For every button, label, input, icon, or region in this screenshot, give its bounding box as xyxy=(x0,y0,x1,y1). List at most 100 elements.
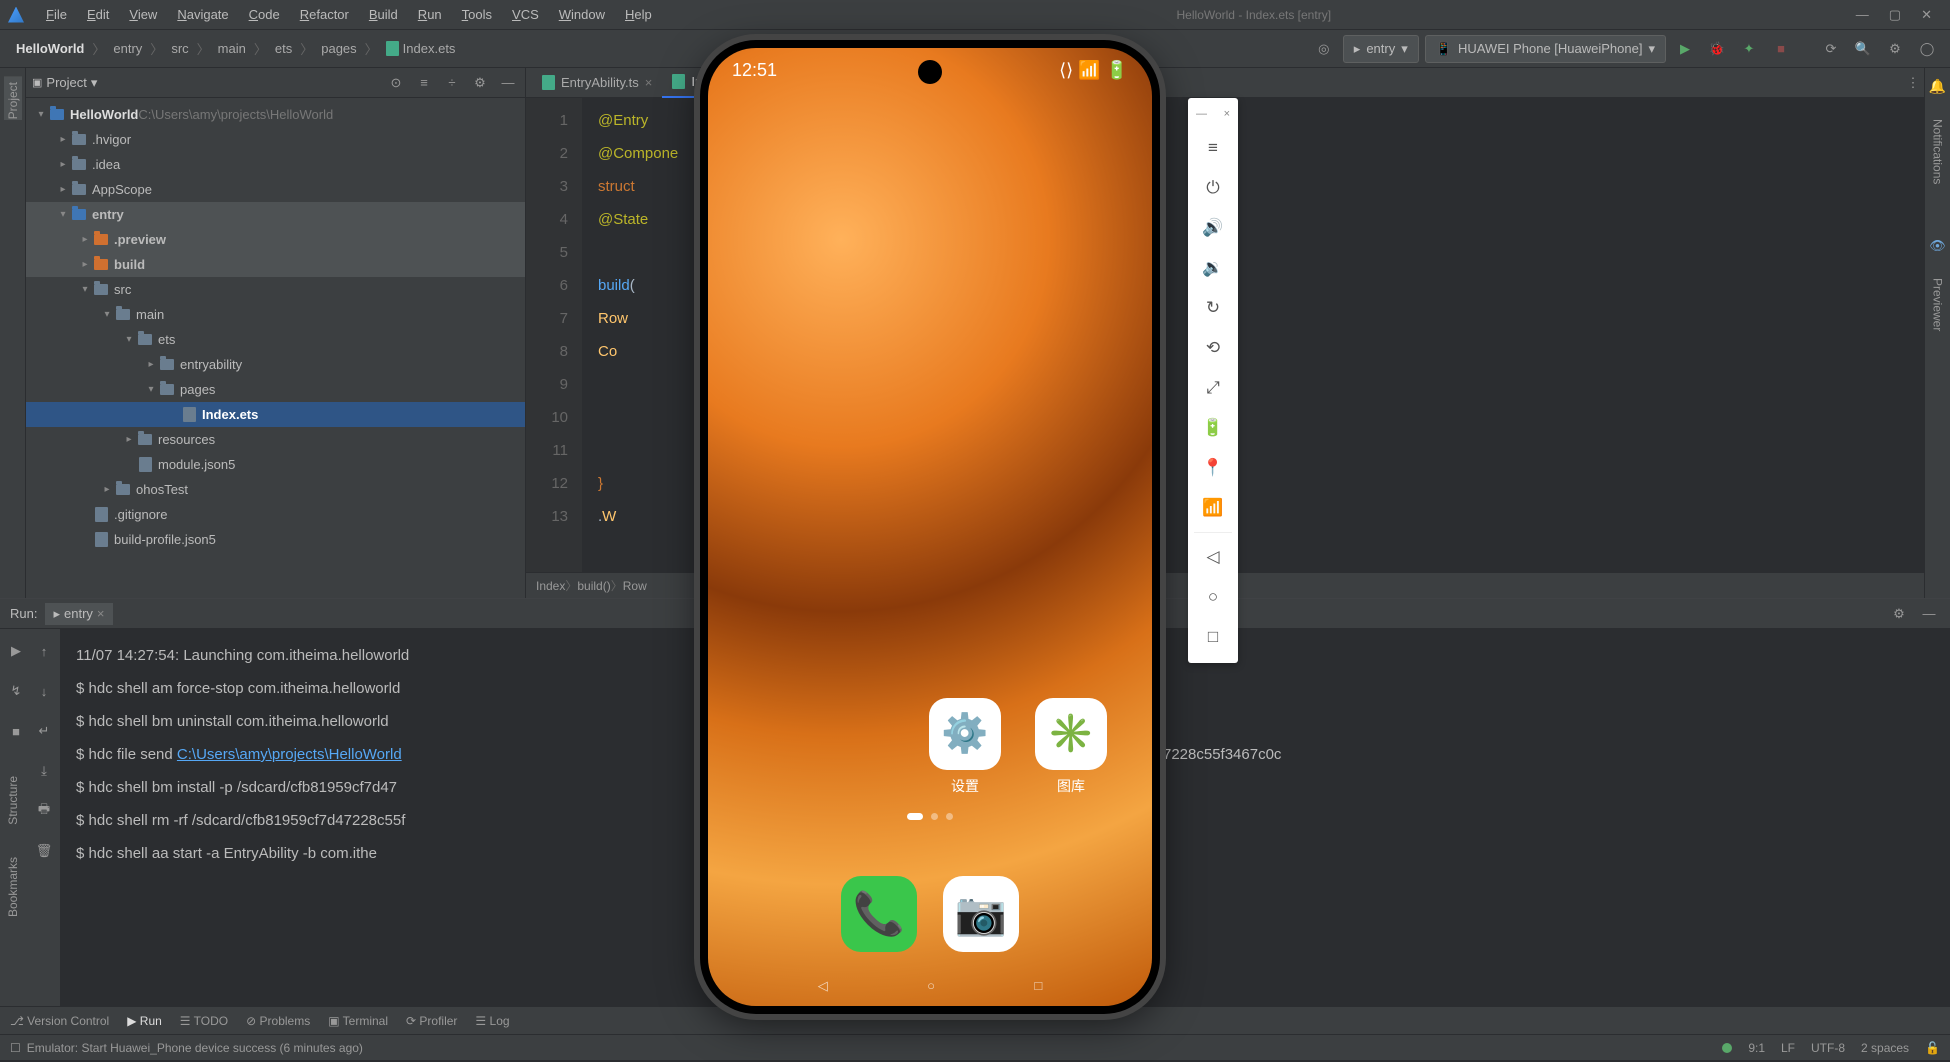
close-button[interactable]: ✕ xyxy=(1921,7,1932,23)
menu-tools[interactable]: Tools xyxy=(452,3,502,26)
target-icon[interactable]: ◎ xyxy=(1311,36,1337,62)
structure-tab[interactable]: Structure xyxy=(4,770,22,831)
run-button[interactable]: ▶ xyxy=(1672,36,1698,62)
wrap-icon[interactable]: ↵ xyxy=(32,719,56,743)
minimize-button[interactable]: — xyxy=(1856,7,1869,23)
caret-position[interactable]: 9:1 xyxy=(1748,1041,1765,1055)
device-dropdown[interactable]: 📱 HUAWEI Phone [HuaweiPhone] ▾ xyxy=(1425,35,1666,63)
previewer-tab[interactable]: Previewer xyxy=(1929,272,1947,337)
breadcrumb[interactable]: src xyxy=(165,39,194,58)
menu-code[interactable]: Code xyxy=(239,3,290,26)
print-icon[interactable]: 🖶 xyxy=(32,799,56,823)
bottom-tab-version-control[interactable]: ⎇ Version Control xyxy=(10,1014,109,1028)
emu-close-icon[interactable]: × xyxy=(1224,108,1230,120)
account-icon[interactable]: ◯ xyxy=(1914,36,1940,62)
breadcrumb[interactable]: main xyxy=(212,39,252,58)
emu-minimize-icon[interactable]: — xyxy=(1196,108,1207,120)
bottom-tab-log[interactable]: ☰ Log xyxy=(475,1014,509,1028)
tree-row[interactable]: Index.ets xyxy=(26,402,525,427)
indent[interactable]: 2 spaces xyxy=(1861,1041,1909,1055)
tree-row[interactable]: ▾src xyxy=(26,277,525,302)
phone-back-button[interactable]: ◁ xyxy=(818,978,828,994)
emu-toolbar-button[interactable]: 🔋 xyxy=(1188,408,1238,448)
tree-row[interactable]: ▸build xyxy=(26,252,525,277)
menu-file[interactable]: File xyxy=(36,3,77,26)
bottom-tab-run[interactable]: ▶ Run xyxy=(127,1014,162,1028)
tree-row[interactable]: ▾main xyxy=(26,302,525,327)
phone-dock[interactable]: 📞📷 xyxy=(841,876,1019,952)
tree-row[interactable]: ▸.hvigor xyxy=(26,127,525,152)
emu-toolbar-button[interactable]: ≡ xyxy=(1188,128,1238,168)
tree-root[interactable]: ▾HelloWorld C:\Users\amy\projects\HelloW… xyxy=(26,102,525,127)
bookmarks-tab[interactable]: Bookmarks xyxy=(4,851,22,923)
project-tab[interactable]: Project xyxy=(4,76,22,125)
select-opened-icon[interactable]: ⊙ xyxy=(385,72,407,94)
tree-row[interactable]: ▸ohosTest xyxy=(26,477,525,502)
up-icon[interactable]: ↑ xyxy=(32,639,56,663)
encoding[interactable]: UTF-8 xyxy=(1811,1041,1845,1055)
stop-run-button[interactable]: ■ xyxy=(4,719,28,743)
phone-dock-app[interactable]: 📷 xyxy=(943,876,1019,952)
project-tree[interactable]: ▾HelloWorld C:\Users\amy\projects\HelloW… xyxy=(26,98,525,598)
phone-app[interactable]: ⚙️设置 xyxy=(924,698,1006,796)
run-settings-icon[interactable]: ⚙ xyxy=(1888,603,1910,625)
menu-window[interactable]: Window xyxy=(549,3,615,26)
bottom-tab-problems[interactable]: ⊘ Problems xyxy=(246,1014,310,1028)
bottom-tab-todo[interactable]: ☰ TODO xyxy=(180,1014,228,1028)
menu-navigate[interactable]: Navigate xyxy=(167,3,238,26)
emu-nav-button[interactable]: ◁ xyxy=(1188,537,1238,577)
debug-button[interactable]: 🐞 xyxy=(1704,36,1730,62)
emu-toolbar-button[interactable]: 📶 xyxy=(1188,488,1238,528)
panel-settings-icon[interactable]: ⚙ xyxy=(469,72,491,94)
update-button[interactable]: ⟳ xyxy=(1818,36,1844,62)
menu-run[interactable]: Run xyxy=(408,3,452,26)
breadcrumb[interactable]: pages xyxy=(315,39,362,58)
eye-icon[interactable]: 👁 xyxy=(1929,238,1946,254)
breadcrumb[interactable]: entry xyxy=(107,39,148,58)
bell-icon[interactable]: 🔔 xyxy=(1929,78,1946,95)
attach-debug-icon[interactable]: ↯ xyxy=(4,679,28,703)
run-config-tab[interactable]: ▸ entry × xyxy=(45,603,112,625)
run-hide-icon[interactable]: — xyxy=(1918,603,1940,625)
emu-toolbar-button[interactable]: 🔊 xyxy=(1188,208,1238,248)
menu-edit[interactable]: Edit xyxy=(77,3,119,26)
coverage-button[interactable]: ✦ xyxy=(1736,36,1762,62)
tree-row[interactable]: ▸.preview xyxy=(26,227,525,252)
bottom-tab-profiler[interactable]: ⟳ Profiler xyxy=(406,1014,457,1028)
structure-crumb[interactable]: build() xyxy=(577,579,610,593)
menu-view[interactable]: View xyxy=(119,3,167,26)
tree-row[interactable]: build-profile.json5 xyxy=(26,527,525,552)
expand-all-icon[interactable]: ≡ xyxy=(413,72,435,94)
emu-toolbar-button[interactable]: ↻ xyxy=(1188,288,1238,328)
editor-tab[interactable]: EntryAbility.ts × xyxy=(532,68,662,98)
structure-crumb[interactable]: Row xyxy=(623,579,647,593)
emu-nav-button[interactable]: ○ xyxy=(1188,577,1238,617)
settings-button[interactable]: ⚙ xyxy=(1882,36,1908,62)
emu-toolbar-button[interactable]: 📍 xyxy=(1188,448,1238,488)
emulator-phone[interactable]: 12:51 ⟨⟩ 📶 🔋 ⚙️设置✳️图库 📞📷 ◁ ○ □ xyxy=(700,40,1160,1014)
tree-row[interactable]: module.json5 xyxy=(26,452,525,477)
menu-build[interactable]: Build xyxy=(359,3,408,26)
breadcrumb[interactable]: Index.ets xyxy=(380,39,462,58)
emu-toolbar-button[interactable]: 🔉 xyxy=(1188,248,1238,288)
line-ending[interactable]: LF xyxy=(1781,1041,1795,1055)
console-link[interactable]: C:\Users\amy\projects\HelloWorld xyxy=(177,746,402,763)
tree-row[interactable]: ▸AppScope xyxy=(26,177,525,202)
notifications-tab[interactable]: Notifications xyxy=(1929,113,1947,190)
rerun-button[interactable]: ▶ xyxy=(4,639,28,663)
run-config-dropdown[interactable]: ▸ entry ▾ xyxy=(1343,35,1419,63)
menu-refactor[interactable]: Refactor xyxy=(290,3,359,26)
down-icon[interactable]: ↓ xyxy=(32,679,56,703)
tree-row[interactable]: .gitignore xyxy=(26,502,525,527)
bottom-tab-terminal[interactable]: ▣ Terminal xyxy=(328,1014,388,1028)
phone-dock-app[interactable]: 📞 xyxy=(841,876,917,952)
tree-row[interactable]: ▸resources xyxy=(26,427,525,452)
emu-toolbar-button[interactable]: ⤢ xyxy=(1188,368,1238,408)
readonly-icon[interactable]: 🔓 xyxy=(1925,1041,1940,1055)
tree-row[interactable]: ▾entry xyxy=(26,202,525,227)
hide-panel-icon[interactable]: — xyxy=(497,72,519,94)
emulator-toolbar[interactable]: —× ≡⏻🔊🔉↻⟲⤢🔋📍📶 ◁○□ xyxy=(1188,98,1238,663)
structure-crumb[interactable]: Index xyxy=(536,579,565,593)
phone-recent-button[interactable]: □ xyxy=(1034,978,1042,994)
emu-toolbar-button[interactable]: ⟲ xyxy=(1188,328,1238,368)
